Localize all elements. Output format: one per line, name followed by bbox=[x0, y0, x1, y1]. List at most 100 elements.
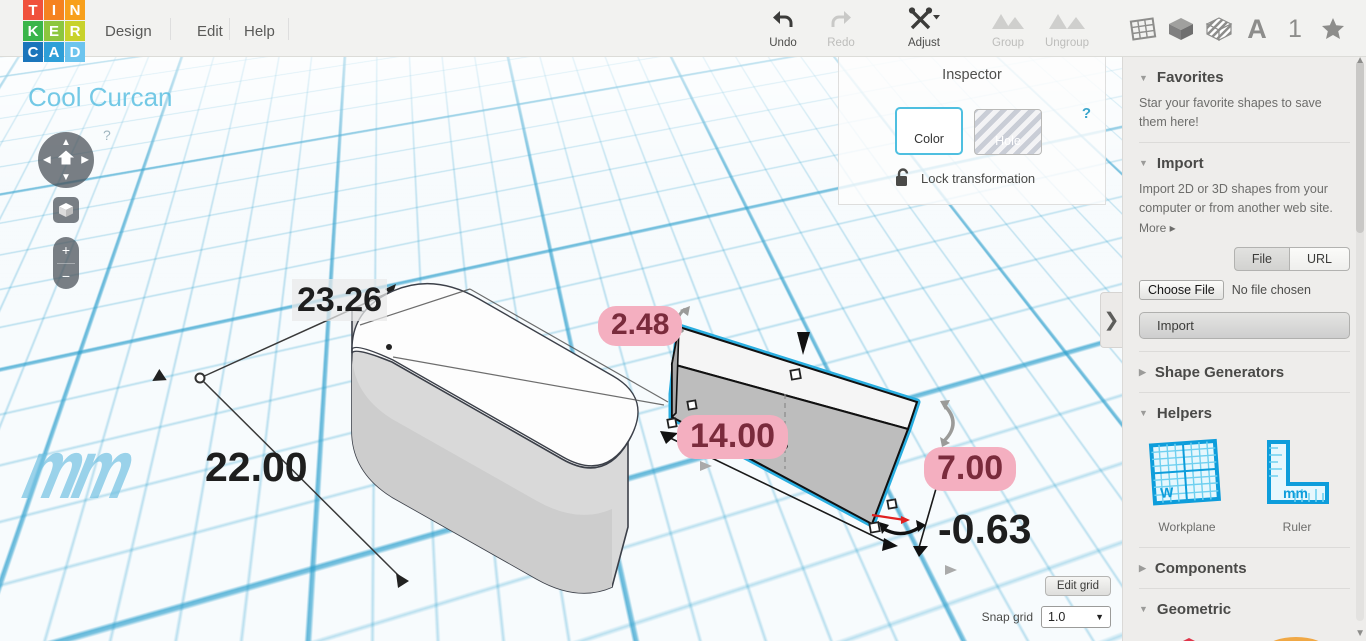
ruler-helper-icon: mm bbox=[1267, 439, 1329, 504]
favorites-title: Favorites bbox=[1156, 69, 1224, 86]
sidebar-scrollbar-thumb[interactable] bbox=[1356, 61, 1364, 233]
import-title: Import bbox=[1156, 154, 1204, 172]
sidebar-section-import: ▼ Import Import 2D or 3D shapes from you… bbox=[1123, 143, 1366, 352]
triangle-right-icon: ▶ bbox=[1139, 562, 1146, 573]
tinkercad-app: T I N K E R C A D Design Edit Help Undo bbox=[0, 0, 1366, 641]
import-source-toggle[interactable]: File URL bbox=[1139, 246, 1350, 271]
triangle-right-icon: ▶ bbox=[1139, 366, 1146, 377]
color-swatch-button[interactable]: Color bbox=[895, 107, 963, 155]
menu-help[interactable]: Help bbox=[244, 23, 275, 40]
choose-file-button[interactable]: Choose File bbox=[1139, 279, 1224, 300]
import-tab-file[interactable]: File bbox=[1233, 246, 1290, 271]
menu-divider bbox=[288, 18, 289, 40]
shape-generators-header[interactable]: ▶ Shape Generators bbox=[1139, 352, 1350, 392]
geometric-header[interactable]: ▼ Geometric bbox=[1139, 589, 1350, 626]
triangle-down-icon: ▼ bbox=[1139, 158, 1148, 169]
sidebar-section-shape-generators: ▶ Shape Generators bbox=[1123, 352, 1366, 393]
scroll-up-arrow[interactable]: ▲ bbox=[1355, 57, 1365, 66]
text-letter-icon[interactable]: A bbox=[1240, 12, 1274, 46]
logo-tile: R bbox=[65, 21, 85, 41]
tinkercad-logo[interactable]: T I N K E R C A D bbox=[23, 0, 85, 62]
ungroup-label: Ungroup bbox=[1044, 37, 1090, 49]
snap-grid-value: 1.0 bbox=[1048, 610, 1066, 624]
hole-swatch-button[interactable]: Hole bbox=[974, 109, 1042, 155]
svg-text:W: W bbox=[1160, 483, 1175, 500]
dimension-label[interactable]: 14.00 bbox=[677, 415, 789, 459]
no-file-chosen-label: No file chosen bbox=[1231, 282, 1311, 297]
workplane-grid-icon[interactable] bbox=[1126, 12, 1160, 46]
inspector-help-icon[interactable]: ? bbox=[1082, 105, 1091, 122]
logo-tile: K bbox=[23, 21, 43, 41]
edit-grid-button[interactable]: Edit grid bbox=[1044, 576, 1111, 596]
redo-icon bbox=[805, 6, 877, 32]
snap-grid-label: Snap grid bbox=[981, 610, 1033, 624]
file-chooser-row: Choose File No file chosen bbox=[1139, 279, 1350, 300]
adjust-icon bbox=[888, 6, 960, 32]
white-rounded-box-shape bbox=[351, 282, 639, 594]
helper-workplane[interactable]: W Workplane bbox=[1139, 436, 1235, 534]
hole-cube-icon[interactable] bbox=[1202, 12, 1236, 46]
redo-button[interactable]: Redo bbox=[805, 6, 877, 49]
helpers-grid: W Workplane mm Ruler bbox=[1139, 430, 1350, 538]
sidebar-section-helpers: ▼ Helpers W Workplane mm Ruler bbox=[1123, 393, 1366, 548]
dimension-label[interactable]: 22.00 bbox=[205, 447, 308, 488]
shapes-sidebar[interactable]: ▲ ▼ ▼ Favorites Star your favorite shape… bbox=[1122, 57, 1366, 641]
sidebar-section-geometric: ▼ Geometric bbox=[1123, 589, 1366, 641]
ungroup-button[interactable]: Ungroup bbox=[1031, 6, 1103, 49]
menu-divider bbox=[229, 18, 230, 40]
inspector-title: Inspector bbox=[942, 67, 1002, 83]
number-icon[interactable]: 1 bbox=[1278, 12, 1312, 46]
workplane-helper-icon: W bbox=[1148, 438, 1222, 505]
triangle-down-icon: ▼ bbox=[1139, 408, 1148, 418]
logo-tile: T bbox=[23, 0, 43, 20]
components-title: Components bbox=[1154, 559, 1247, 577]
adjust-button[interactable]: Adjust bbox=[888, 6, 960, 49]
top-bar: T I N K E R C A D Design Edit Help Undo bbox=[0, 0, 1366, 62]
menu-design[interactable]: Design bbox=[105, 23, 152, 40]
dimension-label[interactable]: 23.26 bbox=[292, 279, 388, 321]
helpers-title: Helpers bbox=[1156, 404, 1212, 422]
import-button[interactable]: Import bbox=[1139, 311, 1350, 339]
scroll-down-arrow[interactable]: ▼ bbox=[1355, 628, 1365, 639]
import-header[interactable]: ▼ Import bbox=[1139, 143, 1350, 180]
padlock-open-icon bbox=[895, 167, 911, 190]
box-shape-thumbnail[interactable] bbox=[1145, 634, 1231, 641]
import-body: Import 2D or 3D shapes from your compute… bbox=[1139, 181, 1333, 216]
menu-divider bbox=[170, 18, 171, 40]
inspector-panel: Inspector Color Hole ? Lock transformati… bbox=[838, 57, 1106, 205]
favorites-header[interactable]: ▼ Favorites bbox=[1139, 57, 1350, 94]
logo-tile: E bbox=[44, 21, 64, 41]
triangle-down-icon: ▼ bbox=[1139, 604, 1148, 614]
import-tab-url[interactable]: URL bbox=[1289, 246, 1350, 271]
snap-grid-select[interactable]: 1.0 ▼ bbox=[1041, 606, 1111, 628]
dimension-label[interactable]: 7.00 bbox=[924, 447, 1017, 491]
logo-tile: N bbox=[65, 0, 85, 20]
adjust-label: Adjust bbox=[908, 37, 940, 49]
geometric-title: Geometric bbox=[1156, 600, 1232, 618]
cylinder-shape-thumbnail[interactable] bbox=[1253, 634, 1339, 641]
collapse-panel-button[interactable]: ❯ bbox=[1100, 292, 1122, 348]
dimension-label[interactable]: 2.48 bbox=[598, 306, 683, 346]
helpers-header[interactable]: ▼ Helpers bbox=[1139, 393, 1350, 430]
logo-tile: C bbox=[23, 42, 43, 62]
logo-tile: A bbox=[44, 42, 64, 62]
sidebar-section-components: ▶ Components bbox=[1123, 548, 1366, 589]
chevron-down-icon: ▼ bbox=[1095, 612, 1104, 622]
hole-button-label: Hole bbox=[995, 134, 1021, 148]
import-more-link[interactable]: More bbox=[1139, 221, 1166, 235]
favorites-star-icon[interactable] bbox=[1316, 12, 1350, 46]
helper-ruler[interactable]: mm Ruler bbox=[1249, 436, 1345, 534]
sidebar-section-favorites: ▼ Favorites Star your favorite shapes to… bbox=[1123, 57, 1366, 143]
dimension-label[interactable]: -0.63 bbox=[938, 509, 1031, 550]
helper-workplane-label: Workplane bbox=[1158, 519, 1216, 534]
shape-generators-title: Shape Generators bbox=[1154, 363, 1285, 381]
menu-edit[interactable]: Edit bbox=[197, 23, 223, 40]
ungroup-icon bbox=[1031, 6, 1103, 32]
favorites-body: Star your favorite shapes to save them h… bbox=[1139, 96, 1322, 130]
geometric-shape-row bbox=[1139, 626, 1350, 641]
color-button-label: Color bbox=[914, 132, 944, 146]
components-header[interactable]: ▶ Components bbox=[1139, 548, 1350, 588]
lock-transformation-toggle[interactable]: Lock transformation bbox=[895, 167, 1035, 190]
solid-cube-icon[interactable] bbox=[1164, 12, 1198, 46]
snap-grid-row: Snap grid 1.0 ▼ bbox=[982, 606, 1111, 628]
